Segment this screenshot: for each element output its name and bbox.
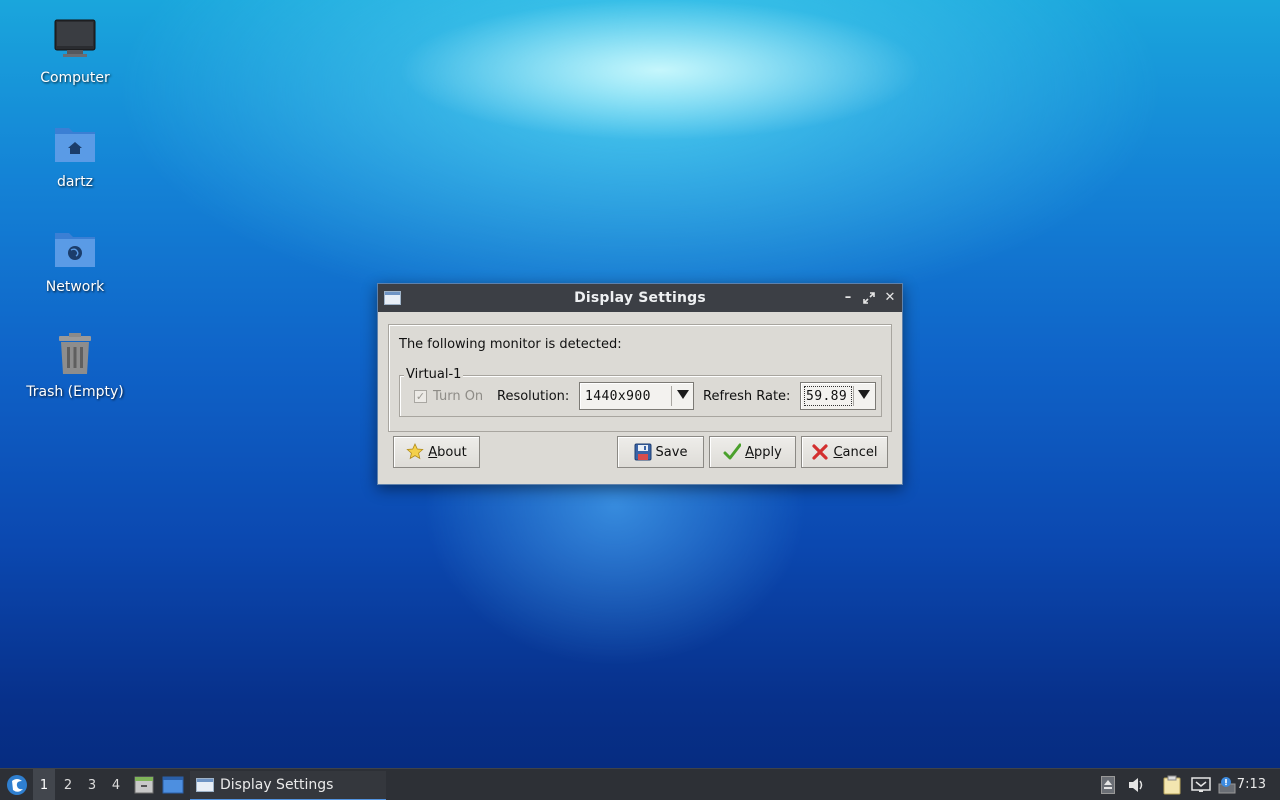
resolution-value: 1440x900: [585, 389, 651, 404]
desktop-icon-label: Network: [45, 279, 105, 295]
task-label: Display Settings: [220, 777, 334, 793]
volume-icon[interactable]: [1125, 769, 1147, 800]
monitor-panel: The following monitor is detected: Virtu…: [388, 324, 892, 432]
display-settings-dialog: Display Settings – ✕ The following monit…: [377, 283, 903, 485]
refresh-rate-value: 59.89: [806, 389, 848, 404]
save-label: Save: [655, 444, 688, 460]
about-button[interactable]: About: [393, 436, 480, 468]
turn-on-checkbox[interactable]: ✓: [414, 390, 427, 403]
desktop-icon: [162, 776, 184, 794]
start-menu-button[interactable]: [4, 769, 30, 800]
lxqt-logo-icon: [7, 775, 27, 795]
maximize-icon[interactable]: [861, 290, 877, 306]
desktop-switch-3[interactable]: 3: [81, 769, 103, 800]
red-x-icon: [811, 443, 829, 461]
desktop-icon-label: dartz: [56, 174, 94, 190]
taskbar-task-display-settings[interactable]: Display Settings: [190, 771, 386, 800]
monitor-group: Virtual-1 ✓ Turn On Resolution: 1440x900…: [399, 367, 882, 417]
clipboard-icon[interactable]: [1160, 769, 1184, 800]
monitor-name: Virtual-1: [404, 367, 464, 382]
desktop-icon-home[interactable]: dartz: [20, 122, 130, 190]
close-icon[interactable]: ✕: [882, 290, 898, 306]
home-folder-icon: [53, 122, 97, 166]
desktop-icon-label: Trash (Empty): [26, 384, 124, 400]
cancel-button[interactable]: Cancel: [801, 436, 888, 468]
network-icon[interactable]: [1189, 769, 1213, 800]
detected-text: The following monitor is detected:: [399, 337, 622, 352]
file-manager-launcher[interactable]: [132, 769, 156, 800]
save-button[interactable]: Save: [617, 436, 704, 468]
clock[interactable]: 7:13: [1237, 777, 1266, 792]
floppy-disk-icon: [634, 443, 652, 461]
window-icon: [196, 778, 214, 792]
checkmark-icon: [723, 443, 742, 461]
desktop-icon-label: Computer: [40, 70, 110, 86]
minimize-icon[interactable]: –: [840, 290, 856, 306]
apply-label: Apply: [745, 444, 782, 460]
update-notifier-icon[interactable]: [1215, 769, 1239, 800]
star-icon: [406, 443, 424, 461]
refresh-rate-select[interactable]: 59.89: [800, 382, 876, 410]
resolution-label: Resolution:: [497, 389, 570, 404]
about-label: About: [428, 444, 467, 460]
file-cabinet-icon: [134, 776, 154, 794]
desktop-switch-1[interactable]: 1: [33, 769, 55, 800]
resolution-select[interactable]: 1440x900: [579, 382, 694, 410]
computer-icon: [53, 18, 97, 62]
turn-on-label: Turn On: [433, 389, 484, 404]
chevron-down-icon: [677, 390, 689, 399]
chevron-down-icon: [858, 390, 870, 399]
eject-icon[interactable]: [1098, 769, 1118, 800]
desktop-icon-network[interactable]: Network: [20, 227, 130, 295]
taskbar: 1 2 3 4 Display Settings 7:13: [0, 768, 1280, 800]
network-folder-icon: [53, 227, 97, 271]
desktop-icon-computer[interactable]: Computer: [20, 18, 130, 86]
trash-icon: [53, 332, 97, 376]
desktop-switch-2[interactable]: 2: [57, 769, 79, 800]
show-desktop-button[interactable]: [160, 769, 186, 800]
dialog-titlebar[interactable]: Display Settings – ✕: [378, 284, 902, 312]
desktop-icon-trash[interactable]: Trash (Empty): [20, 332, 130, 400]
dialog-title: Display Settings: [574, 290, 706, 306]
refresh-rate-label: Refresh Rate:: [703, 389, 791, 404]
cancel-label: Cancel: [833, 444, 878, 460]
apply-button[interactable]: Apply: [709, 436, 796, 468]
desktop-switch-4[interactable]: 4: [105, 769, 127, 800]
